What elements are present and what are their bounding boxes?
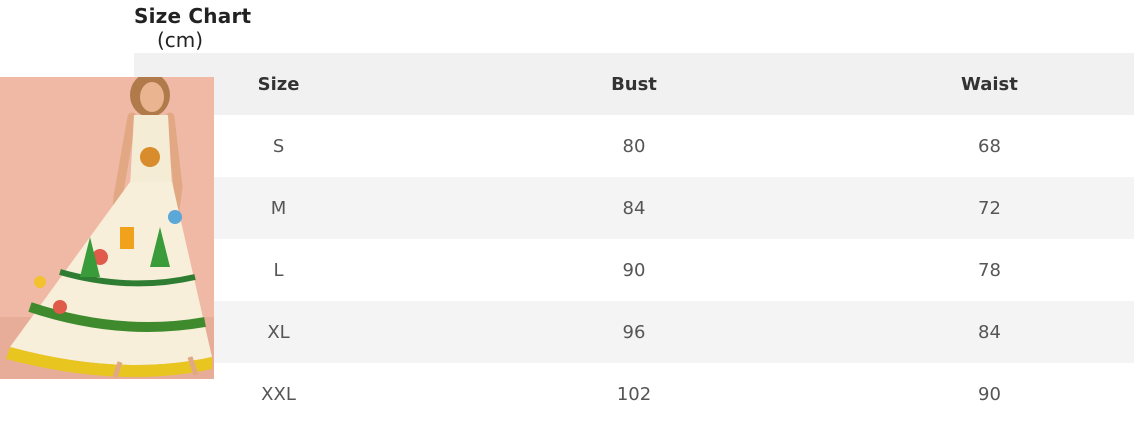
cell-bust: 80 [622,135,646,157]
cell-bust: 84 [622,197,646,219]
table-row: S 80 68 [134,115,1134,177]
unit-label: (cm) [157,28,204,52]
table-row: L 90 78 [134,239,1134,301]
table-row: XL 96 84 [134,301,1134,363]
cell-waist: 90 [978,383,1001,405]
table-row: M 84 72 [134,177,1134,239]
size-table: Size Bust Waist S 80 68 M 84 72 L 90 78 … [134,53,1134,425]
cell-bust: 102 [616,383,652,405]
cell-waist: 78 [978,259,1001,281]
table-row: XXL 102 90 [134,363,1134,425]
cell-waist: 84 [978,321,1001,343]
model-photo-icon [0,77,214,379]
header-bust: Bust [611,73,657,95]
table-header-row: Size Bust Waist [134,53,1134,115]
size-chart-title: Size Chart [134,4,252,28]
cell-waist: 68 [978,135,1001,157]
header-waist: Waist [961,73,1018,95]
cell-size: XXL [261,383,296,405]
cell-bust: 90 [622,259,646,281]
cell-bust: 96 [622,321,646,343]
cell-waist: 72 [978,197,1001,219]
